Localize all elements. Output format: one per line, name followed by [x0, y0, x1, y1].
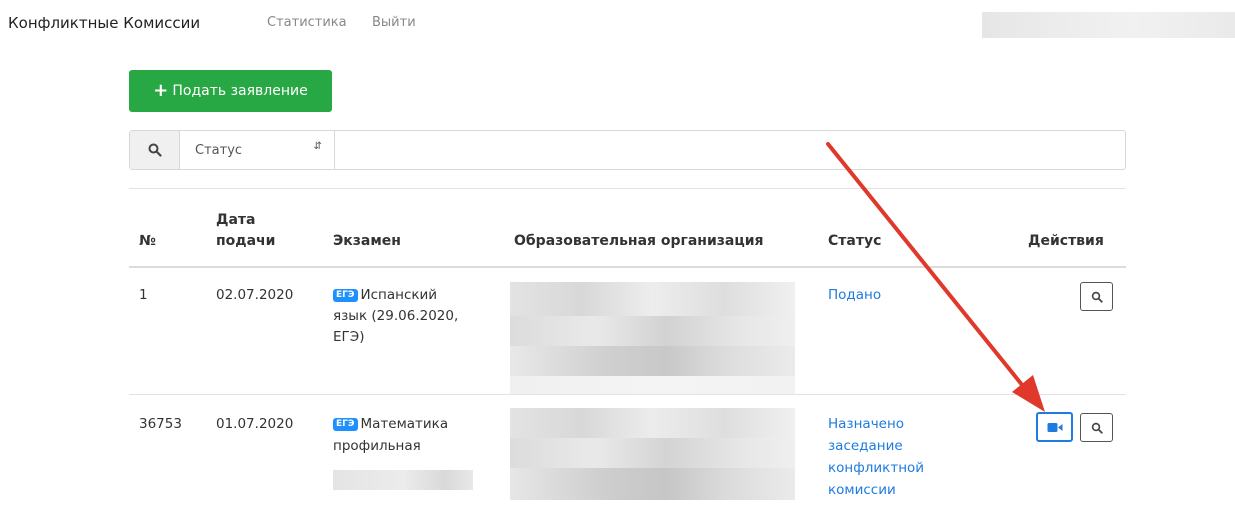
header-organization: Образовательная организация: [514, 233, 764, 249]
header-status: Статус: [828, 233, 882, 249]
search-icon: [1091, 291, 1103, 303]
plus-icon: +: [153, 80, 169, 101]
row1-exam-line2: язык (29.06.2020,: [333, 308, 459, 324]
row2-status-line4[interactable]: комиссии: [828, 480, 896, 501]
video-camera-icon: [1047, 422, 1062, 432]
row1-exam-line1: Испанский: [360, 287, 438, 303]
status-filter-select[interactable]: Статус ⇵: [180, 131, 335, 169]
row1-view-button[interactable]: [1080, 282, 1113, 311]
select-caret-icon: ⇵: [313, 141, 322, 152]
search-input[interactable]: [335, 131, 1125, 169]
row2-view-button[interactable]: [1080, 413, 1113, 442]
search-icon: [1091, 422, 1103, 434]
user-info-redacted: [982, 12, 1235, 38]
row2-date: 01.07.2020: [216, 416, 294, 432]
search-icon: [130, 131, 180, 169]
row1-organization-redacted: [510, 282, 795, 394]
row1-date: 02.07.2020: [216, 287, 294, 303]
row2-organization-redacted: [510, 408, 795, 500]
row2-exam-line1: Математика: [360, 416, 449, 432]
row2-number: 36753: [139, 416, 182, 432]
row1-number: 1: [139, 287, 148, 303]
header-actions: Действия: [1028, 233, 1104, 249]
row2-status-line3[interactable]: конфликтной: [828, 458, 924, 479]
exam-type-badge: ЕГЭ: [333, 289, 358, 302]
row2-exam: ЕГЭ Математика: [333, 414, 448, 435]
row2-exam-details-redacted: [333, 470, 473, 490]
submit-application-label: Подать заявление: [172, 83, 308, 99]
row-separator: [129, 394, 1126, 395]
row1-exam-line3: ЕГЭ): [333, 329, 365, 345]
table-top-border: [129, 188, 1126, 189]
brand-link[interactable]: Конфликтные Комиссии: [8, 14, 200, 32]
exam-type-badge: ЕГЭ: [333, 418, 358, 431]
filter-bar: Статус ⇵: [129, 130, 1126, 170]
status-filter-value: Статус: [195, 142, 243, 158]
header-exam: Экзамен: [333, 233, 401, 249]
row1-exam: ЕГЭ Испанский: [333, 285, 437, 306]
header-date-line1: Дата: [216, 212, 256, 228]
nav-link-logout[interactable]: Выйти: [372, 15, 416, 30]
table-header-border: [129, 266, 1126, 268]
navbar: Конфликтные Комиссии Статистика Выйти: [0, 0, 1235, 50]
header-date-line2: подачи: [216, 233, 276, 249]
row1-status-link[interactable]: Подано: [828, 285, 881, 306]
submit-application-button[interactable]: + Подать заявление: [129, 70, 332, 112]
row2-exam-line2: профильная: [333, 438, 421, 454]
row2-video-conference-button[interactable]: [1036, 412, 1073, 442]
row2-status-line1[interactable]: Назначено: [828, 414, 904, 435]
row2-status-line2[interactable]: заседание: [828, 436, 903, 457]
nav-link-statistics[interactable]: Статистика: [267, 15, 347, 30]
header-number: №: [139, 233, 156, 249]
